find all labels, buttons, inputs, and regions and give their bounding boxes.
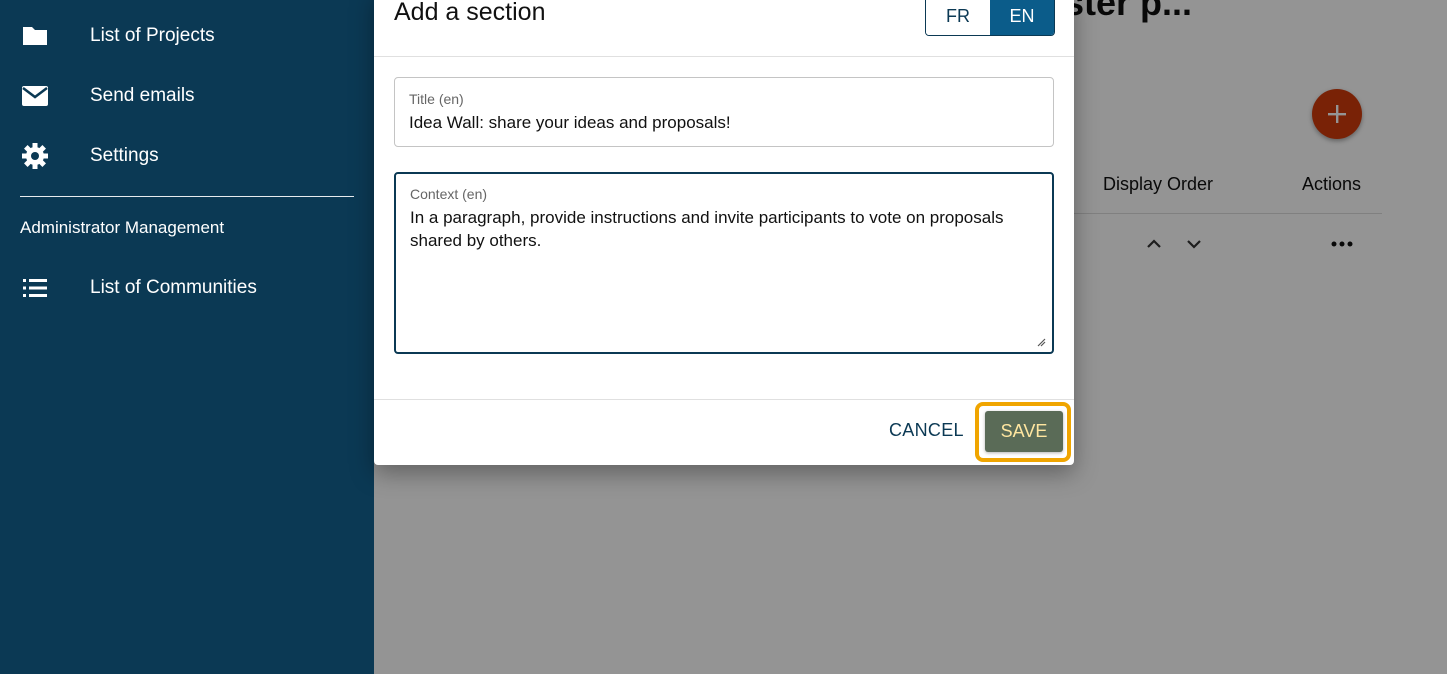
context-field-label: Context (en) — [410, 186, 488, 202]
list-icon — [20, 273, 50, 303]
sidebar-item-label: Send emails — [90, 85, 195, 106]
dialog-title: Add a section — [394, 0, 546, 26]
sidebar: List of Projects Send emails Settings Ad… — [0, 0, 374, 674]
sidebar-item-list-of-communities[interactable]: List of Communities — [0, 268, 374, 308]
sidebar-divider — [20, 196, 354, 197]
sidebar-item-label: List of Communities — [90, 277, 257, 298]
sidebar-item-send-emails[interactable]: Send emails — [0, 76, 374, 116]
mail-icon — [20, 81, 50, 111]
save-button[interactable]: SAVE — [985, 411, 1063, 452]
title-field[interactable]: Title (en) Idea Wall: share your ideas a… — [394, 77, 1054, 147]
cancel-button[interactable]: CANCEL — [889, 420, 964, 441]
add-section-dialog: Add a section FR EN Title (en) Idea Wall… — [374, 0, 1074, 465]
sidebar-item-label: Settings — [90, 145, 159, 166]
language-en-button[interactable]: EN — [990, 0, 1054, 35]
language-toggle: FR EN — [925, 0, 1055, 36]
resize-handle-icon[interactable] — [1036, 337, 1046, 347]
dialog-header-divider — [374, 56, 1074, 57]
sidebar-item-list-of-projects[interactable]: List of Projects — [0, 16, 374, 56]
gear-icon — [20, 141, 50, 171]
sidebar-section-title: Administrator Management — [20, 218, 225, 237]
title-field-label: Title (en) — [409, 91, 464, 107]
context-field[interactable]: Context (en) In a paragraph, provide ins… — [394, 172, 1054, 354]
sidebar-item-label: List of Projects — [90, 25, 215, 46]
folder-icon — [20, 21, 50, 51]
language-fr-button[interactable]: FR — [926, 0, 990, 35]
sidebar-item-settings[interactable]: Settings — [0, 136, 374, 176]
title-field-value[interactable]: Idea Wall: share your ideas and proposal… — [409, 111, 1039, 134]
context-field-value[interactable]: In a paragraph, provide instructions and… — [410, 206, 1038, 252]
dialog-footer-divider — [374, 399, 1074, 400]
